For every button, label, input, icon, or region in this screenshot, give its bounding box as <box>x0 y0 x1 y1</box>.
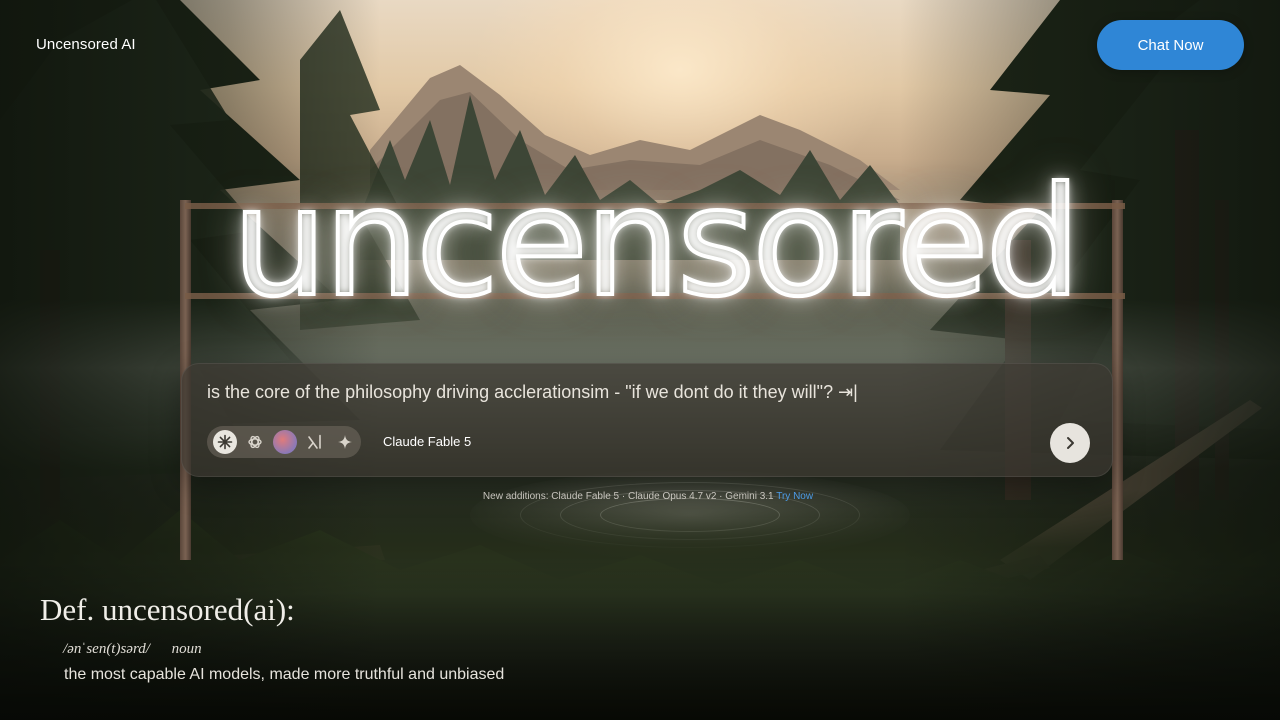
claude-icon[interactable] <box>213 430 237 454</box>
brand-logo-text[interactable]: Uncensored AI <box>36 36 136 53</box>
neon-sign-heading: uncensored <box>230 154 1083 332</box>
phonetic-text: /ənˈsen(t)sərd/ <box>63 641 150 657</box>
sparkle-icon[interactable] <box>333 430 357 454</box>
prompt-suggestion-text[interactable]: is the core of the philosophy driving ac… <box>207 382 858 403</box>
chevron-right-icon <box>1067 437 1074 449</box>
part-of-speech: noun <box>171 641 202 657</box>
openai-icon[interactable] <box>243 430 267 454</box>
additions-models: Claude Fable 5 · Claude Opus 4.7 v2 · Ge… <box>551 491 774 502</box>
vignette-bottom <box>0 560 1280 720</box>
selected-model-label: Claude Fable 5 <box>383 434 472 449</box>
chat-now-button[interactable]: Chat Now <box>1097 20 1244 70</box>
definition-title: Def. uncensored(ai): <box>40 592 295 627</box>
definition-pronunciation: /ənˈsen(t)sərd/ noun <box>63 641 202 658</box>
additions-label: New additions: <box>482 491 549 502</box>
gemini-avatar-icon[interactable] <box>273 430 297 454</box>
new-additions-notice: New additions: Claude Fable 5 · Claude O… <box>0 491 1280 502</box>
send-button[interactable] <box>1050 423 1090 463</box>
model-selector <box>207 426 361 458</box>
prompt-box: is the core of the philosophy driving ac… <box>181 363 1113 477</box>
grok-icon[interactable] <box>303 430 327 454</box>
try-now-link[interactable]: Try Now <box>776 491 813 502</box>
definition-meaning: the most capable AI models, made more tr… <box>64 666 505 683</box>
